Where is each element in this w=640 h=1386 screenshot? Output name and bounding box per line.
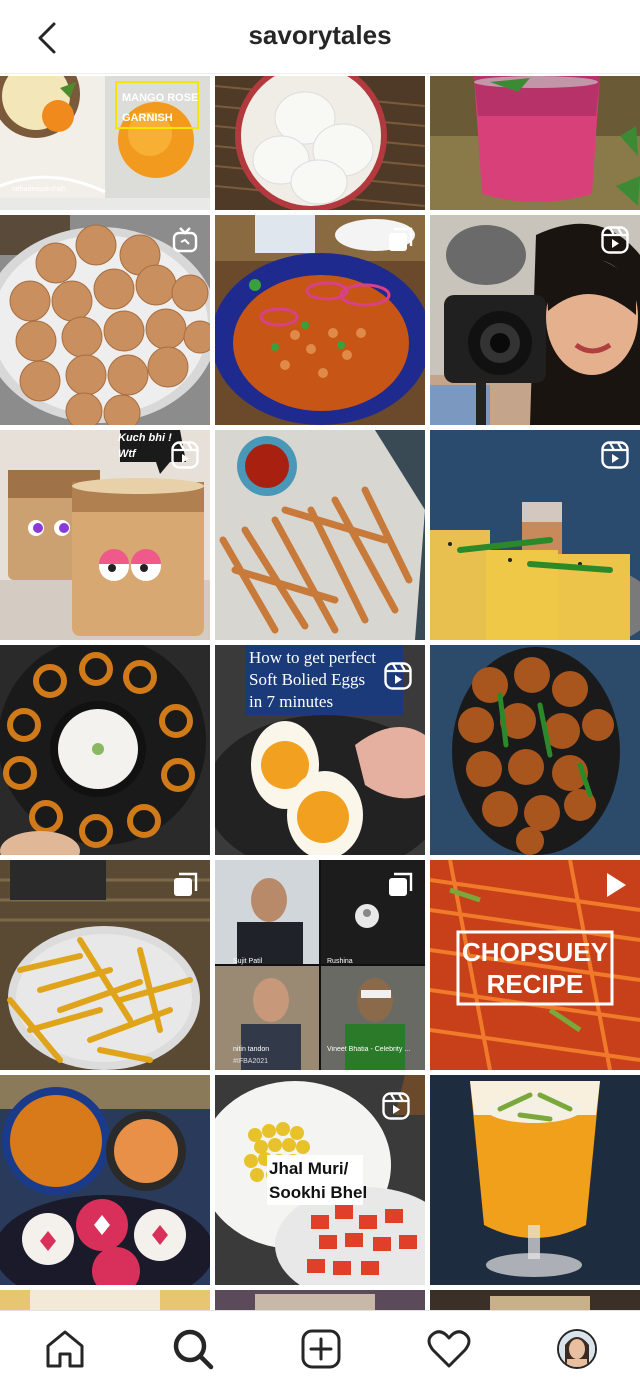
- post-image: [430, 1075, 640, 1285]
- post-overlay-text: MANGO ROSE GARNISH: [122, 92, 199, 124]
- carousel-icon: [389, 872, 413, 896]
- post-tile[interactable]: Kuch bhi ! Wtf: [0, 430, 210, 640]
- tab-home[interactable]: [43, 1327, 87, 1371]
- tab-new-post[interactable]: [299, 1327, 343, 1371]
- post-tile[interactable]: [0, 215, 210, 425]
- post-tile[interactable]: [0, 860, 210, 1070]
- caller-name: nitin tandon: [233, 1046, 270, 1053]
- home-icon: [46, 1330, 84, 1368]
- post-tile[interactable]: [215, 430, 425, 640]
- post-tile[interactable]: How to get perfect Soft Bolied Eggs in 7…: [215, 645, 425, 855]
- post-tile[interactable]: Jhal Muri/ Sookhi Bhel: [215, 1075, 425, 1285]
- post-tile[interactable]: [430, 645, 640, 855]
- play-icon: [607, 873, 626, 897]
- post-tile-partial[interactable]: [215, 1290, 425, 1312]
- post-image: [430, 1290, 640, 1312]
- reels-icon: [601, 441, 629, 469]
- caller-name: Rushina: [327, 958, 353, 965]
- post-overlay-text: CHOPSUEY RECIPE: [462, 937, 608, 999]
- post-overlay-text: Kuch bhi ! Wtf: [118, 432, 172, 460]
- igtv-icon: [172, 227, 198, 253]
- caller-name: Vineet Bhatia - Celebrity ...: [327, 1046, 411, 1053]
- post-tile-partial[interactable]: [0, 1290, 210, 1312]
- post-watermark: nehadeepakshah: [12, 186, 66, 193]
- post-image: [0, 645, 210, 855]
- post-image: [430, 76, 640, 210]
- reels-icon: [384, 662, 412, 690]
- post-image: [0, 1075, 210, 1285]
- post-hashtag: #IFBA2021: [233, 1058, 269, 1065]
- post-tile[interactable]: [0, 1075, 210, 1285]
- page-title: savorytales: [248, 20, 392, 50]
- post-tile[interactable]: Sujit Patil Rushina nitin tandon Vineet …: [215, 860, 425, 1070]
- post-tile[interactable]: [430, 430, 640, 640]
- avatar: [557, 1329, 597, 1369]
- post-tile[interactable]: CHOPSUEY RECIPE: [430, 860, 640, 1070]
- carousel-icon: [174, 872, 198, 896]
- post-tile[interactable]: [430, 215, 640, 425]
- tab-profile[interactable]: [555, 1327, 599, 1371]
- tab-activity[interactable]: [427, 1327, 471, 1371]
- reels-icon: [171, 441, 199, 469]
- post-tile[interactable]: [0, 645, 210, 855]
- reels-icon: [601, 226, 629, 254]
- tab-search[interactable]: [171, 1327, 215, 1371]
- caller-name: Sujit Patil: [233, 958, 263, 965]
- bottom-tab-bar: [0, 1310, 640, 1386]
- post-image: [0, 1290, 210, 1312]
- app-header: savorytales: [0, 0, 640, 74]
- carousel-icon: [389, 227, 413, 251]
- post-tile[interactable]: [215, 215, 425, 425]
- post-image: [430, 645, 640, 855]
- post-overlay-text: Jhal Muri/ Sookhi Bhel: [269, 1159, 368, 1202]
- post-image: [215, 76, 425, 212]
- post-tile-partial[interactable]: [430, 1290, 640, 1312]
- search-icon: [173, 1329, 214, 1370]
- heart-icon: [427, 1330, 471, 1368]
- post-image: [215, 1290, 425, 1312]
- plus-square-icon: [301, 1329, 341, 1369]
- post-tile[interactable]: [430, 1075, 640, 1285]
- reels-icon: [382, 1092, 410, 1120]
- post-image: [215, 430, 425, 640]
